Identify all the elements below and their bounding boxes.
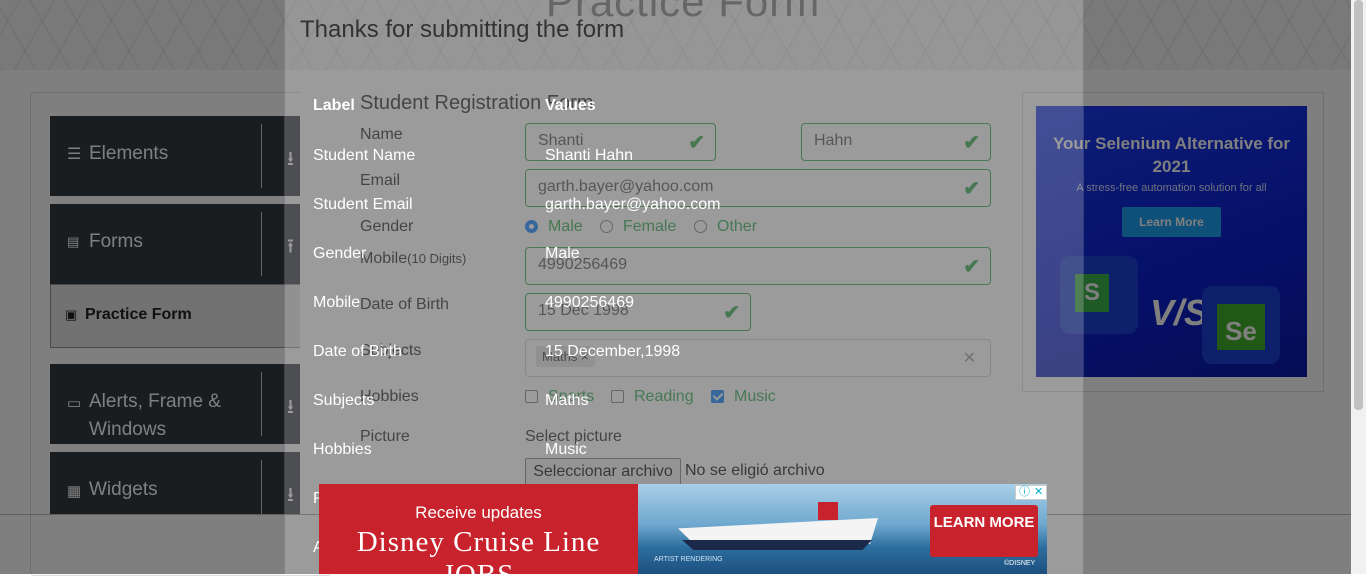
- table-cell-label: Student Email: [313, 196, 413, 213]
- ad-line2: Disney Cruise Line JOBS: [356, 526, 601, 574]
- close-icon[interactable]: ✕: [1034, 486, 1043, 499]
- ship-funnel: [818, 502, 838, 520]
- disney-ad[interactable]: Receive updates Disney Cruise Line JOBS …: [319, 484, 1047, 574]
- ad-learn-more-button[interactable]: LEARN MORE: [930, 505, 1038, 557]
- table-cell-value: 4990256469: [545, 294, 634, 311]
- table-cell-label: Subjects: [313, 392, 375, 409]
- ship-hull: [682, 540, 872, 550]
- table-cell-label: Date of Birth: [313, 343, 402, 360]
- table-cell-value: garth.bayer@yahoo.com: [545, 196, 721, 213]
- table-cell-value: Music: [545, 441, 587, 458]
- modal-title: Thanks for submitting the form: [300, 16, 625, 43]
- ad-text-panel: Receive updates Disney Cruise Line JOBS: [319, 484, 638, 574]
- table-cell-value: 15 December,1998: [545, 343, 681, 360]
- table-cell-label: Student Name: [313, 147, 416, 164]
- table-cell-label: Gender: [313, 245, 367, 262]
- scrollbar-thumb[interactable]: [1354, 0, 1363, 410]
- table-header-values: Values: [545, 97, 596, 114]
- table-cell-label: Hobbies: [313, 441, 372, 458]
- table-cell-label: Mobile: [313, 294, 361, 311]
- ad-copyright: ©DISNEY: [1004, 560, 1036, 567]
- info-icon[interactable]: ⓘ: [1019, 486, 1030, 499]
- ad-note: ARTIST RENDERING: [654, 556, 723, 563]
- table-cell-value: Shanti Hahn: [545, 147, 634, 164]
- table-cell-value: Male: [545, 245, 580, 262]
- ad-line1: Receive updates: [415, 503, 542, 522]
- table-cell-value: Maths: [545, 392, 589, 409]
- table-header-label: Label: [313, 97, 355, 114]
- ad-choices[interactable]: ⓘ ✕: [1015, 485, 1047, 500]
- scrollbar[interactable]: [1351, 0, 1366, 574]
